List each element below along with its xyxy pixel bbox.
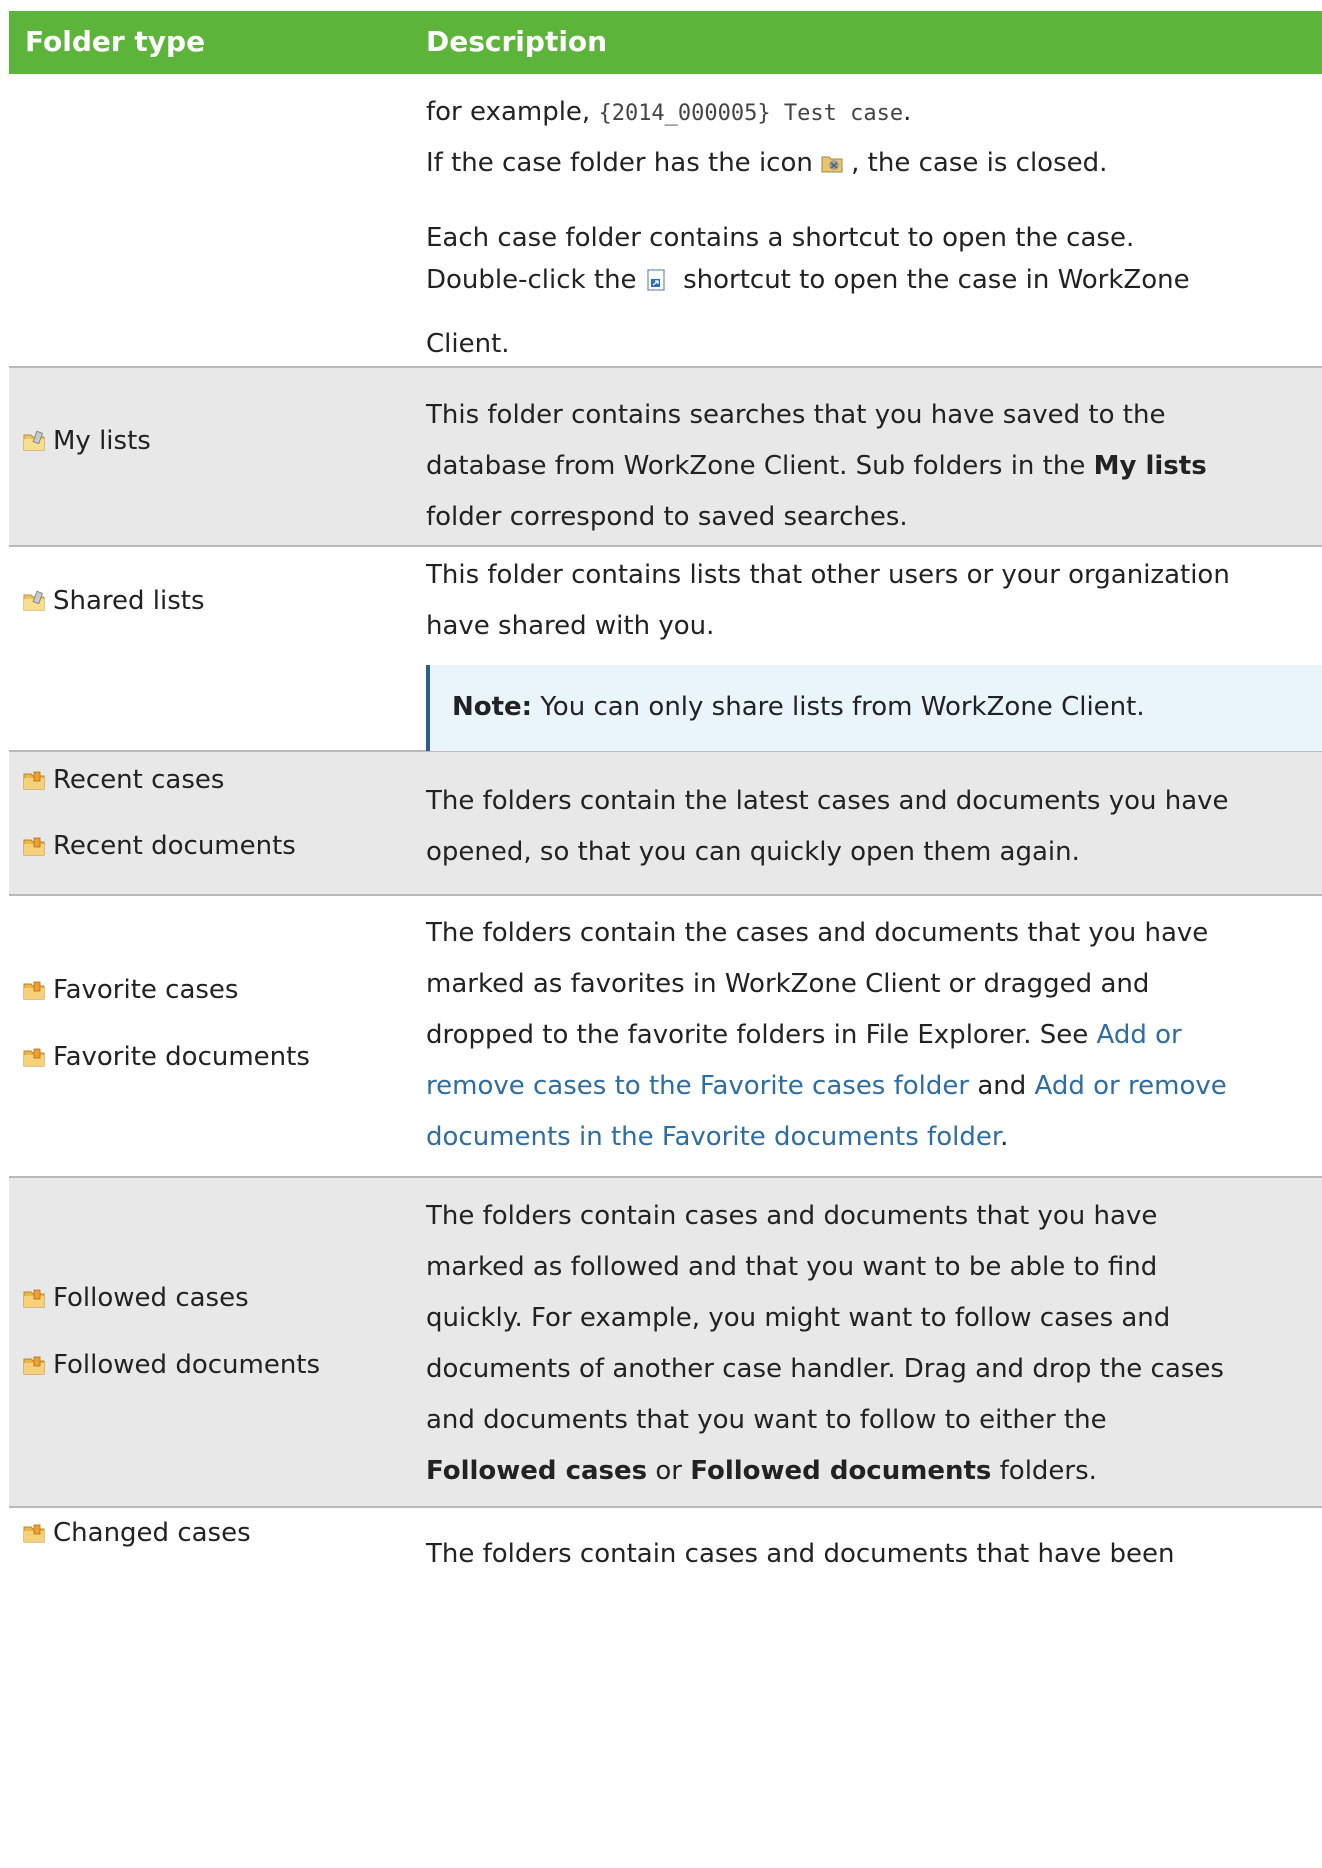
bold-text: My lists bbox=[1093, 451, 1207, 481]
text: or bbox=[647, 1456, 691, 1486]
folder-name: My lists bbox=[23, 425, 151, 457]
folder-name: Shared lists bbox=[23, 585, 205, 617]
description-line: Client. bbox=[426, 329, 510, 359]
header-folder-type: Folder type bbox=[25, 25, 206, 58]
closed-case-icon bbox=[821, 156, 843, 173]
description-line: opened, so that you can quickly open the… bbox=[426, 837, 1080, 867]
text: Double-click the bbox=[426, 265, 645, 295]
description-line: quickly. For example, you might want to … bbox=[426, 1303, 1171, 1333]
folder-name: Recent cases bbox=[23, 764, 224, 796]
description-line: The folders contain cases and documents … bbox=[426, 1201, 1158, 1231]
folder-icon bbox=[23, 1287, 45, 1309]
folder-icon bbox=[23, 430, 45, 452]
text: . bbox=[1000, 1122, 1009, 1152]
text: . bbox=[903, 97, 912, 127]
text: folders. bbox=[991, 1456, 1097, 1486]
note-label: Note: bbox=[452, 692, 533, 722]
table-row-changed: Changed cases The folders contain cases … bbox=[9, 1508, 1322, 1868]
folder-label: Recent documents bbox=[53, 831, 296, 861]
folder-label: Favorite cases bbox=[53, 975, 239, 1005]
description-line: folder correspond to saved searches. bbox=[426, 502, 908, 532]
folder-label: Recent cases bbox=[53, 765, 225, 795]
table-row-my-lists: My lists This folder contains searches t… bbox=[9, 368, 1322, 547]
folder-name: Favorite cases bbox=[23, 974, 238, 1006]
description-line: documents of another case handler. Drag … bbox=[426, 1354, 1224, 1384]
folder-label: My lists bbox=[53, 426, 151, 456]
folder-name: Followed cases bbox=[23, 1282, 249, 1314]
description-line: This folder contains lists that other us… bbox=[426, 560, 1230, 590]
table-row-recent: Recent cases Recent documents The folder… bbox=[9, 752, 1322, 896]
description-line: Followed cases or Followed documents fol… bbox=[426, 1455, 1097, 1487]
shortcut-icon bbox=[647, 269, 665, 291]
folder-label: Changed cases bbox=[53, 1518, 251, 1548]
folder-name: Followed documents bbox=[23, 1349, 320, 1381]
description-line: marked as followed and that you want to … bbox=[426, 1252, 1158, 1282]
text: and bbox=[969, 1071, 1035, 1101]
note-line: Note: You can only share lists from Work… bbox=[452, 691, 1145, 723]
folder-label: Followed documents bbox=[53, 1350, 321, 1380]
description-line: If the case folder has the icon , the ca… bbox=[426, 147, 1107, 179]
folder-icon bbox=[23, 1522, 45, 1544]
folder-icon bbox=[23, 1354, 45, 1376]
example-code: {2014_000005} Test case bbox=[598, 101, 904, 126]
description-line: for example, {2014_000005} Test case. bbox=[426, 96, 911, 130]
description-line: remove cases to the Favorite cases folde… bbox=[426, 1070, 1227, 1102]
table-row-favorite: Favorite cases Favorite documents The fo… bbox=[9, 896, 1322, 1178]
add-remove-documents-link[interactable]: documents in the Favorite documents fold… bbox=[426, 1122, 1000, 1152]
description-line: have shared with you. bbox=[426, 611, 715, 641]
folder-icon bbox=[23, 1046, 45, 1068]
description-line: documents in the Favorite documents fold… bbox=[426, 1121, 1008, 1153]
table-row-case-folders: for example, {2014_000005} Test case. If… bbox=[9, 74, 1322, 368]
folder-label: Favorite documents bbox=[53, 1042, 310, 1072]
folder-type-table: Folder type Description for example, {20… bbox=[9, 11, 1322, 1569]
description-line: Double-click the shortcut to open the ca… bbox=[426, 264, 1190, 296]
add-remove-documents-link[interactable]: Add or remove bbox=[1035, 1071, 1227, 1101]
add-remove-cases-link[interactable]: Add or bbox=[1097, 1020, 1182, 1050]
text: shortcut to open the case in WorkZone bbox=[674, 265, 1190, 295]
folder-label: Followed cases bbox=[53, 1283, 249, 1313]
header-description: Description bbox=[426, 25, 608, 58]
table-header: Folder type Description bbox=[9, 11, 1322, 74]
add-remove-cases-link[interactable]: remove cases to the Favorite cases folde… bbox=[426, 1071, 969, 1101]
table-row-followed: Followed cases Followed documents The fo… bbox=[9, 1178, 1322, 1508]
bold-text: Followed cases bbox=[426, 1456, 648, 1486]
folder-name: Recent documents bbox=[23, 830, 296, 862]
bold-text: Followed documents bbox=[690, 1456, 992, 1486]
table-row-shared-lists: Shared lists This folder contains lists … bbox=[9, 547, 1322, 752]
text: for example, bbox=[426, 97, 599, 127]
description-line: This folder contains searches that you h… bbox=[426, 400, 1166, 430]
folder-name: Favorite documents bbox=[23, 1041, 310, 1073]
description-line: marked as favorites in WorkZone Client o… bbox=[426, 969, 1150, 999]
text: , the case is closed. bbox=[851, 148, 1108, 178]
description-line: The folders contain cases and documents … bbox=[426, 1539, 1175, 1569]
folder-icon bbox=[23, 835, 45, 857]
description-line: and documents that you want to follow to… bbox=[426, 1405, 1107, 1435]
folder-name: Changed cases bbox=[23, 1517, 251, 1549]
description-line: Each case folder contains a shortcut to … bbox=[426, 223, 1135, 253]
description-line: dropped to the favorite folders in File … bbox=[426, 1019, 1182, 1051]
note-box: Note: You can only share lists from Work… bbox=[426, 665, 1322, 751]
folder-label: Shared lists bbox=[53, 586, 205, 616]
text: database from WorkZone Client. Sub folde… bbox=[426, 451, 1094, 481]
description-line: The folders contain the cases and docume… bbox=[426, 918, 1209, 948]
text: dropped to the favorite folders in File … bbox=[426, 1020, 1097, 1050]
description-line: database from WorkZone Client. Sub folde… bbox=[426, 450, 1207, 482]
folder-icon bbox=[23, 590, 45, 612]
folder-icon bbox=[23, 979, 45, 1001]
folder-icon bbox=[23, 769, 45, 791]
note-text: You can only share lists from WorkZone C… bbox=[532, 692, 1145, 722]
description-line: The folders contain the latest cases and… bbox=[426, 786, 1229, 816]
text: If the case folder has the icon bbox=[426, 148, 822, 178]
